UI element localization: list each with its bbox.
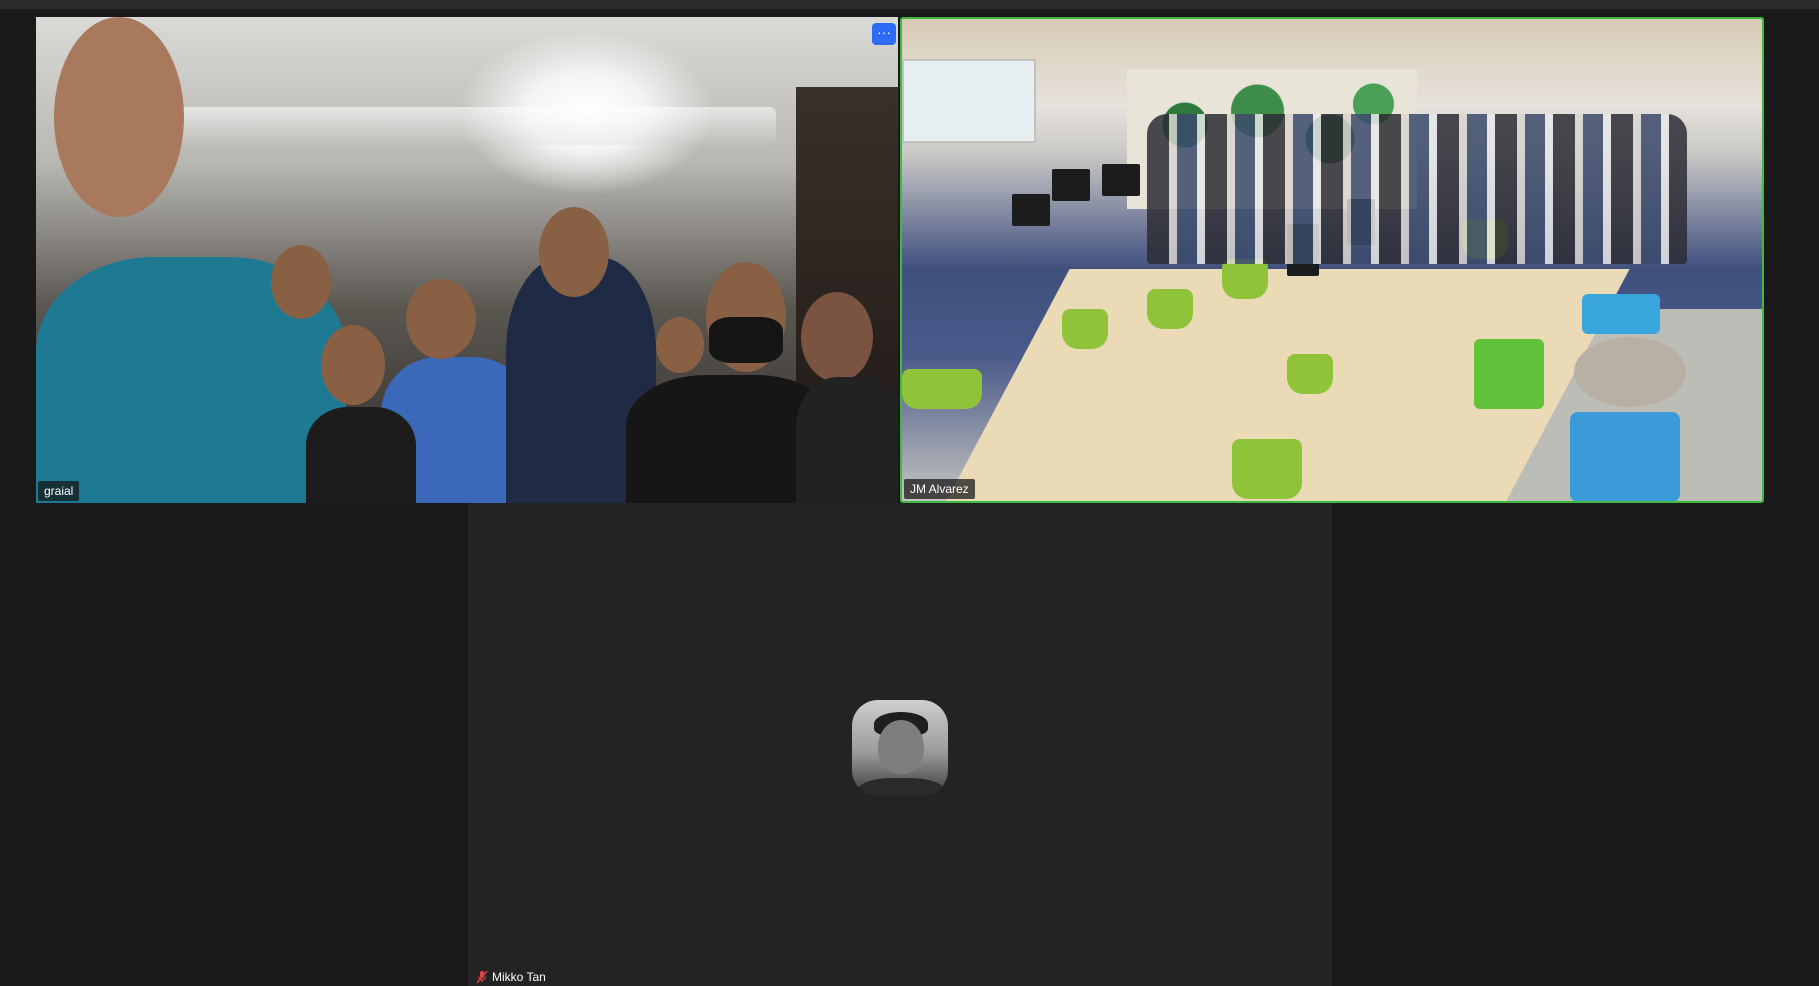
blue-ottoman <box>1570 412 1680 501</box>
participant-tile-graial[interactable]: ··· graial <box>36 17 898 503</box>
participant-video-jm-alvarez <box>902 19 1762 501</box>
standing-group <box>1147 114 1687 264</box>
face-mask <box>709 317 783 363</box>
person-head <box>321 325 385 405</box>
person-head <box>54 17 184 217</box>
avatar <box>852 700 948 796</box>
person-body <box>796 377 898 503</box>
round-ottoman <box>1574 337 1686 407</box>
chair <box>902 369 982 409</box>
green-ottoman <box>1474 339 1544 409</box>
monitor <box>1102 164 1140 196</box>
mic-muted-icon <box>476 970 488 984</box>
participant-video-graial <box>36 17 898 503</box>
window-top-bar <box>0 0 1819 9</box>
participant-tile-mikko-tan[interactable]: Mikko Tan <box>468 503 1332 986</box>
person-head <box>539 207 609 297</box>
person-head <box>656 317 704 373</box>
person-body <box>306 407 416 503</box>
participant-name-tag: graial <box>38 481 80 501</box>
participant-tile-jm-alvarez[interactable]: JM Alvarez <box>900 17 1764 503</box>
chair <box>1287 354 1333 394</box>
participant-name: JM Alvarez <box>910 482 969 496</box>
ceiling-light <box>156 107 776 145</box>
participant-name: Mikko Tan <box>492 970 546 984</box>
blue-ottoman <box>1582 294 1660 334</box>
participant-name: graial <box>44 484 74 498</box>
chair <box>1232 439 1302 499</box>
monitor <box>1012 194 1050 226</box>
avatar-shoulders <box>858 778 944 796</box>
video-gallery: ··· graial JM Alvarez Mikko Tan <box>0 9 1819 986</box>
person-head <box>801 292 873 382</box>
chair <box>1222 259 1268 299</box>
chair <box>1147 289 1193 329</box>
avatar-face <box>878 720 924 774</box>
more-horizontal-icon: ··· <box>877 24 891 40</box>
monitor <box>1052 169 1090 201</box>
person-head <box>271 245 331 319</box>
person-head <box>406 279 476 359</box>
more-options-button[interactable]: ··· <box>872 23 896 45</box>
participant-name-tag: Mikko Tan <box>470 967 552 986</box>
whiteboard <box>902 59 1036 143</box>
participant-name-tag: JM Alvarez <box>904 479 975 499</box>
chair <box>1062 309 1108 349</box>
